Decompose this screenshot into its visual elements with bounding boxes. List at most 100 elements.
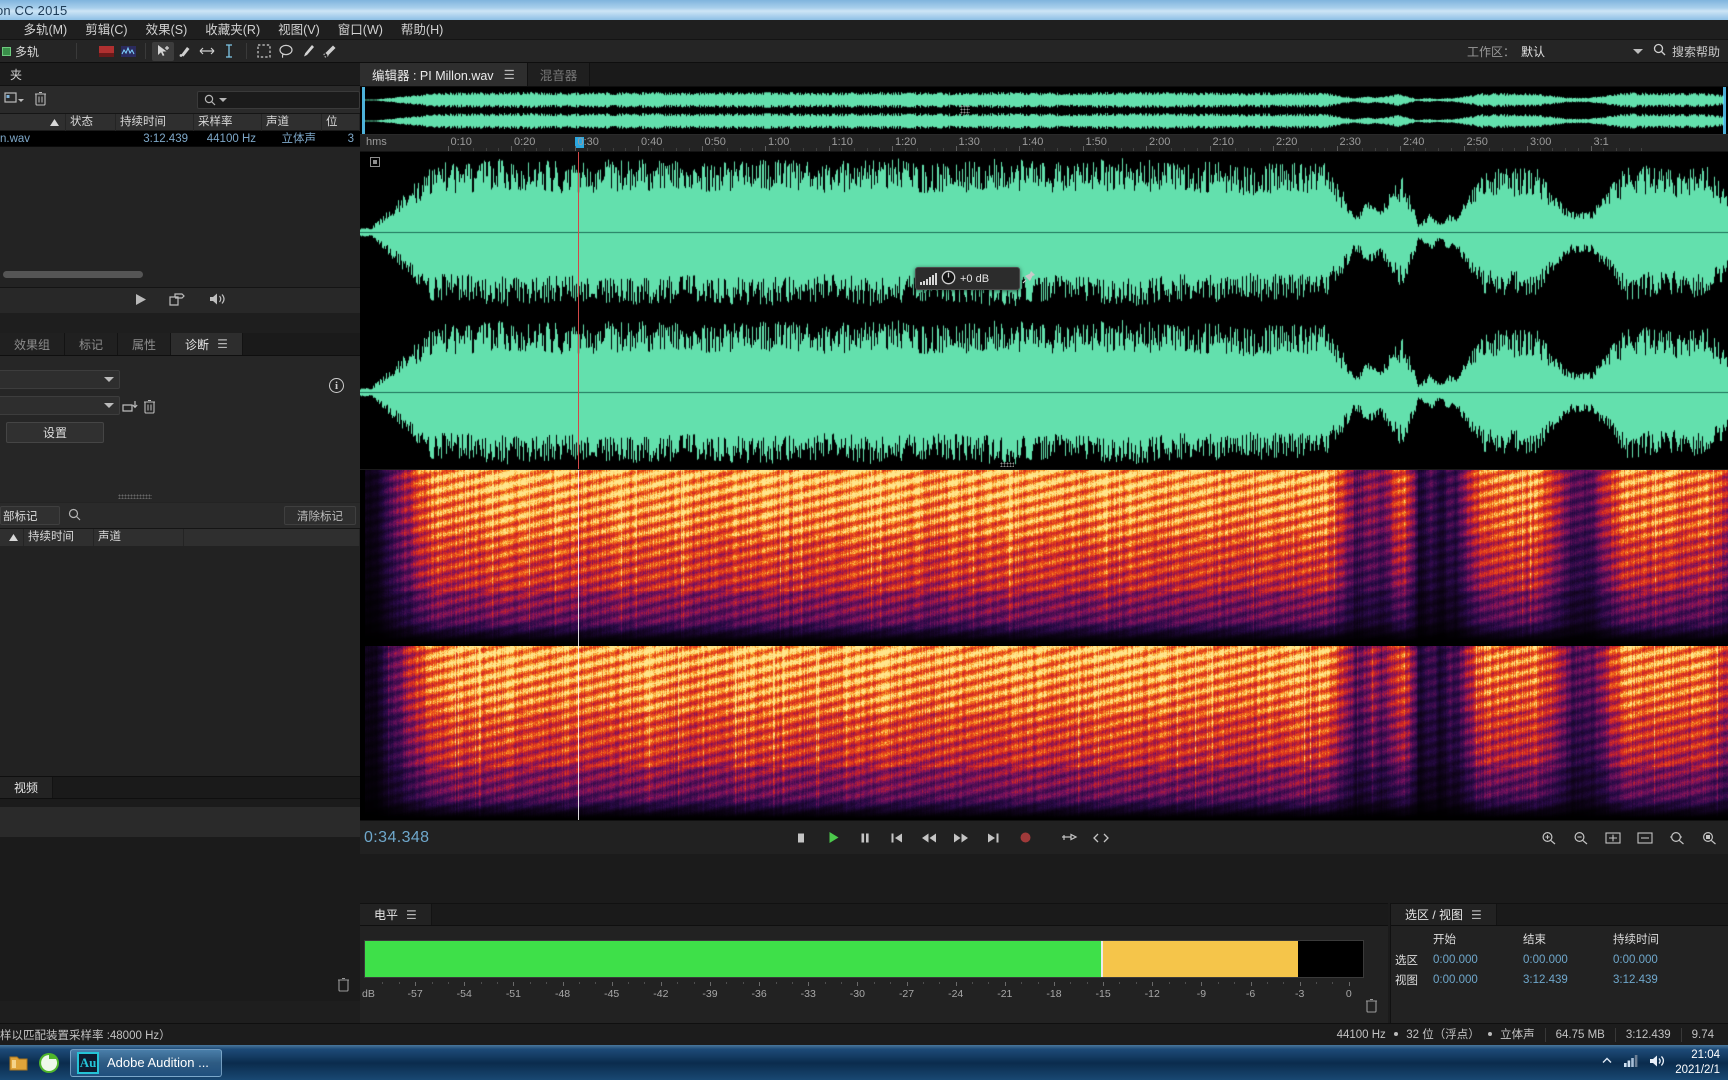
info-icon[interactable]: i [329, 378, 344, 393]
tab-effects-rack[interactable]: 效果组 [0, 333, 66, 355]
markers-filter-dropdown[interactable]: 部标记 [0, 506, 60, 525]
volume-icon[interactable] [1649, 1054, 1665, 1071]
files-col-status[interactable]: 状态 [66, 113, 116, 131]
search-filter-chevron-icon[interactable] [219, 97, 227, 102]
table-row[interactable]: 视图 0:00.000 3:12.439 3:12.439 [1391, 970, 1728, 990]
overview-navigator[interactable] [360, 87, 1728, 135]
panel-resize-grip[interactable] [118, 494, 152, 499]
waveform-channel-left[interactable] [360, 152, 1728, 312]
fast-forward-button[interactable] [952, 829, 970, 847]
browser-icon[interactable] [34, 1048, 64, 1078]
chevron-down-icon[interactable] [1632, 48, 1643, 54]
sv-selection-start[interactable]: 0:00.000 [1433, 950, 1523, 970]
stop-button[interactable] [792, 829, 810, 847]
multitrack-mode-button[interactable]: 多轨 [0, 43, 70, 60]
gain-hud[interactable]: +0 dB [915, 267, 1020, 290]
files-sort-indicator[interactable] [0, 113, 66, 131]
tab-editor[interactable]: 编辑器 : PI Millon.wav ☰ [360, 63, 528, 86]
panel-menu-icon[interactable]: ☰ [504, 67, 515, 82]
hud-pin-icon[interactable] [1022, 270, 1036, 287]
pause-button[interactable] [856, 829, 874, 847]
markers-search-icon[interactable] [68, 508, 81, 524]
tray-expand-icon[interactable] [1601, 1055, 1613, 1070]
network-icon[interactable] [1623, 1054, 1639, 1071]
files-col-samplerate[interactable]: 采样率 [194, 113, 262, 131]
sv-selection-end[interactable]: 0:00.000 [1523, 950, 1613, 970]
markers-col-extra[interactable] [184, 529, 360, 546]
taskbar-clock[interactable]: 21:04 2021/2/1 [1675, 1048, 1720, 1077]
menu-item-effects[interactable]: 效果(S) [137, 20, 197, 40]
skip-to-start-button[interactable] [888, 829, 906, 847]
tab-files[interactable]: 夹 [0, 66, 32, 83]
panel-menu-icon[interactable]: ☰ [217, 337, 228, 351]
sv-view-end[interactable]: 3:12.439 [1523, 970, 1613, 990]
panel-menu-icon[interactable]: ☰ [406, 908, 417, 922]
menu-item-window[interactable]: 窗口(W) [329, 20, 392, 40]
spectral-display[interactable] [360, 470, 1728, 820]
diagnostics-preset-dropdown[interactable] [0, 396, 120, 415]
auto-play-icon[interactable] [208, 292, 226, 309]
overview-left-handle[interactable] [362, 87, 365, 134]
tab-properties[interactable]: 属性 [118, 333, 172, 355]
marquee-selection-icon[interactable] [253, 42, 275, 61]
save-preset-icon[interactable] [122, 399, 138, 416]
tab-diagnostics[interactable]: 诊断 ☰ [171, 333, 243, 355]
menu-item-view[interactable]: 视图(V) [269, 20, 329, 40]
timeline-ruler[interactable]: hms 0:10 0:20 0:30 0:40 0:50 1:00 1:10 1:20 1:30… [360, 135, 1728, 152]
zoom-out-amplitude-icon[interactable] [1572, 829, 1590, 847]
taskbar-button-audition[interactable]: Au Adobe Audition ... [70, 1048, 222, 1077]
delete-file-icon[interactable] [34, 91, 47, 109]
overview-center-grip[interactable] [960, 105, 970, 115]
level-meter[interactable] [364, 940, 1364, 978]
waveform-channel-right[interactable] [360, 314, 1728, 469]
zoom-to-selection-icon[interactable] [1700, 829, 1718, 847]
playhead-spectral[interactable] [578, 470, 579, 820]
spot-healing-brush-icon[interactable] [319, 42, 341, 61]
channel-select-checkbox-left[interactable] [370, 157, 380, 167]
tab-video[interactable]: 视频 [0, 777, 54, 798]
table-row[interactable]: n.wav 3:12.439 44100 Hz 立体声 3 [0, 131, 360, 147]
sv-selection-duration[interactable]: 0:00.000 [1613, 950, 1728, 970]
loop-playback-button[interactable] [1060, 829, 1078, 847]
sv-view-start[interactable]: 0:00.000 [1433, 970, 1523, 990]
skip-to-end-button[interactable] [984, 829, 1002, 847]
files-search-input[interactable] [197, 90, 360, 109]
zoom-out-full-icon[interactable] [1668, 829, 1686, 847]
spectral-view-icon[interactable] [117, 42, 139, 61]
waveform-display[interactable]: +0 dB [360, 152, 1728, 470]
overview-right-handle[interactable] [1723, 87, 1726, 134]
menu-item-file[interactable] [0, 20, 14, 40]
gain-knob-icon[interactable] [941, 270, 956, 288]
zoom-in-amplitude-icon[interactable] [1540, 829, 1558, 847]
spectral-channel-left[interactable] [365, 470, 1728, 642]
files-col-duration[interactable]: 持续时间 [116, 113, 194, 131]
waveform-resize-grip[interactable] [1000, 462, 1014, 467]
search-icon[interactable] [1653, 43, 1666, 59]
move-tool-icon[interactable] [152, 41, 174, 61]
razor-icon[interactable] [218, 42, 240, 61]
menu-item-clip[interactable]: 剪辑(C) [76, 20, 136, 40]
clear-markers-button[interactable]: 清除标记 [284, 506, 356, 525]
waveform-view-icon[interactable] [95, 42, 117, 61]
zoom-out-time-icon[interactable] [1636, 829, 1654, 847]
time-selection-icon[interactable] [196, 42, 218, 61]
file-explorer-icon[interactable] [4, 1048, 34, 1078]
table-row[interactable]: 选区 0:00.000 0:00.000 0:00.000 [1391, 950, 1728, 970]
lasso-selection-icon[interactable] [275, 42, 297, 61]
reset-meter-icon[interactable] [1365, 998, 1378, 1016]
files-col-bits[interactable]: 位 [322, 113, 360, 131]
playhead-waveform[interactable] [578, 152, 579, 469]
markers-sort-indicator[interactable] [0, 529, 24, 546]
menu-item-favorites[interactable]: 收藏夹(R) [196, 20, 269, 40]
sv-view-duration[interactable]: 3:12.439 [1613, 970, 1728, 990]
search-help-label[interactable]: 搜索帮助 [1672, 43, 1720, 60]
tab-mixer[interactable]: 混音器 [527, 63, 591, 86]
tab-selection-view[interactable]: 选区 / 视图 ☰ [1391, 904, 1497, 925]
current-time-display[interactable]: 0:34.348 [364, 829, 429, 847]
spectral-channel-right[interactable] [365, 646, 1728, 818]
import-file-icon[interactable] [4, 90, 24, 109]
delete-video-icon[interactable] [337, 977, 350, 995]
files-horizontal-scrollbar[interactable] [0, 270, 360, 279]
settings-button[interactable]: 设置 [6, 422, 104, 443]
menu-item-help[interactable]: 帮助(H) [392, 20, 452, 40]
